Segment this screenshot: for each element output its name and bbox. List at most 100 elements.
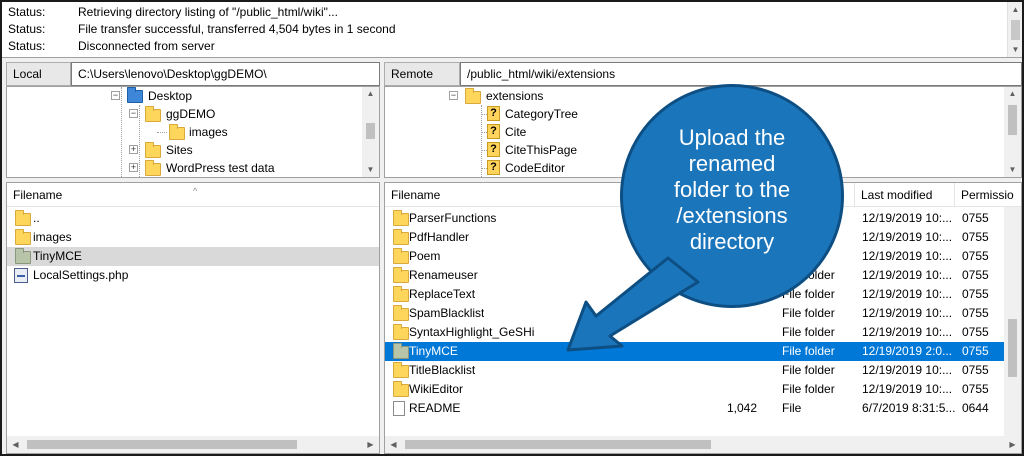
row-permissions: 0755 [962,249,989,263]
local-file-list: Filename ^ .. images TinyMCE LocalSettin… [6,182,380,454]
local-site-bar: Local site: C:\Users\lenovo\Desktop\ggDE… [6,62,380,103]
folder-icon [15,210,31,226]
list-item[interactable]: LocalSettings.php [7,266,379,285]
scroll-thumb[interactable] [366,123,375,139]
row-filename: SyntaxHighlight_GeSHi [409,325,535,339]
log-scrollbar[interactable]: ▲ ▼ [1007,2,1022,57]
remote-tree-scrollbar[interactable]: ▲ ▼ [1004,87,1021,177]
scroll-thumb[interactable] [1011,20,1020,40]
collapse-icon[interactable]: − [129,109,138,118]
scroll-up-icon[interactable]: ▲ [1008,2,1022,17]
instruction-callout: Upload the renamed folder to the /extens… [620,84,844,308]
local-site-label: Local site: [6,62,71,103]
row-last-modified: 12/19/2019 10:... [862,382,953,396]
row-filename: TitleBlacklist [409,363,476,377]
row-filename: ReplaceText [409,287,476,301]
list-item[interactable]: images [7,228,379,247]
row-permissions: 0644 [962,401,989,415]
callout-line: renamed [688,151,776,176]
table-row[interactable]: WikiEditor File folder 12/19/2019 10:... 07… [385,380,1004,399]
row-filetype: File [782,401,802,415]
remote-site-label: Remote site: [384,62,460,103]
tree-item-desktop[interactable]: − Desktop [7,87,367,105]
scroll-down-icon[interactable]: ▼ [362,163,379,177]
table-row[interactable]: TitleBlacklist File folder 12/19/2019 10:.… [385,361,1004,380]
row-permissions: 0755 [962,306,989,320]
folder-icon [393,381,409,397]
scroll-down-icon[interactable]: ▼ [1008,42,1022,57]
expand-icon[interactable]: + [129,145,138,154]
folder-icon [393,210,409,226]
local-tree-scrollbar[interactable]: ▲ ▼ [362,87,379,177]
scroll-left-icon[interactable]: ◀ [7,436,24,453]
table-row-selected[interactable]: TinyMCE File folder 12/19/2019 2:0... 0755 [385,342,1004,361]
callout-line: directory [689,229,775,254]
scroll-thumb[interactable] [405,440,711,449]
row-last-modified: 12/19/2019 10:... [862,325,953,339]
local-list-hscrollbar[interactable]: ◀ ▶ [7,436,379,453]
tree-item-wordpress-test-data[interactable]: + WordPress test data [7,159,367,177]
unknown-folder-icon: ? [487,160,500,175]
expand-icon[interactable]: + [129,163,138,172]
row-last-modified: 12/19/2019 10:... [862,306,953,320]
row-filename: Renameuser [409,268,478,282]
folder-icon [393,362,409,378]
collapse-icon[interactable]: − [449,91,458,100]
row-last-modified: 12/19/2019 10:... [862,363,953,377]
table-row[interactable]: SyntaxHighlight_GeSHi File folder 12/19/20… [385,323,1004,342]
list-item-selected[interactable]: TinyMCE [7,247,379,266]
row-filename: ParserFunctions [409,211,497,225]
tree-item-ggdemo[interactable]: − ggDEMO [7,105,367,123]
row-filename: PdfHandler [409,230,470,244]
row-last-modified: 6/7/2019 8:31:5... [862,401,956,415]
local-list-header: Filename ^ [7,183,379,207]
row-last-modified: 12/19/2019 2:0... [862,344,953,358]
folder-icon [393,267,409,283]
row-permissions: 0755 [962,363,989,377]
scroll-up-icon[interactable]: ▲ [1004,87,1021,101]
row-permissions: 0755 [962,230,989,244]
row-permissions: 0755 [962,325,989,339]
column-permissions[interactable]: Permissio [955,183,1021,207]
log-line: Status: File transfer successful, transfe… [8,22,396,36]
row-permissions: 0755 [962,287,989,301]
scroll-left-icon[interactable]: ◀ [385,436,402,453]
row-last-modified: 12/19/2019 10:... [862,249,953,263]
column-last-modified[interactable]: Last modified [855,183,955,207]
row-filetype: File folder [782,363,835,377]
row-permissions: 0755 [962,382,989,396]
tree-item-images[interactable]: images [7,123,367,141]
folder-icon [465,88,481,104]
remote-list-vscrollbar[interactable] [1004,207,1021,438]
remote-list-hscrollbar[interactable]: ◀ ▶ [385,436,1021,453]
unknown-folder-icon: ? [487,124,500,139]
callout-line: /extensions [676,203,788,228]
scroll-thumb[interactable] [27,440,297,449]
scroll-right-icon[interactable]: ▶ [362,436,379,453]
folder-icon [15,248,31,264]
scroll-thumb[interactable] [1008,105,1017,135]
scroll-thumb[interactable] [1008,319,1017,377]
column-filename[interactable]: Filename ^ [7,183,379,207]
row-filesize: 1,042 [726,401,757,415]
remote-site-path-input[interactable]: /public_html/wiki/extensions [460,62,1022,86]
row-filename: WikiEditor [409,382,464,396]
table-row[interactable]: README 1,042 File 6/7/2019 8:31:5... 0644 [385,399,1004,418]
sort-indicator-icon: ^ [193,186,198,196]
message-log: Status: Retrieving directory listing of "… [2,2,1022,58]
collapse-icon[interactable]: − [111,91,120,100]
local-site-path-input[interactable]: C:\Users\lenovo\Desktop\ggDEMO\ [71,62,380,86]
scroll-up-icon[interactable]: ▲ [362,87,379,101]
folder-icon [393,343,409,359]
scroll-down-icon[interactable]: ▼ [1004,163,1021,177]
row-filename: Poem [409,249,441,263]
row-filetype: File folder [782,306,835,320]
scroll-right-icon[interactable]: ▶ [1004,436,1021,453]
tree-item-sites[interactable]: + Sites [7,141,367,159]
row-permissions: 0755 [962,211,989,225]
folder-icon [393,305,409,321]
log-line: Status: Retrieving directory listing of "… [8,5,338,19]
list-item[interactable]: .. [7,209,379,228]
table-row[interactable]: SpamBlacklist File folder 12/19/2019 10:..… [385,304,1004,323]
row-filename: README [409,401,461,415]
